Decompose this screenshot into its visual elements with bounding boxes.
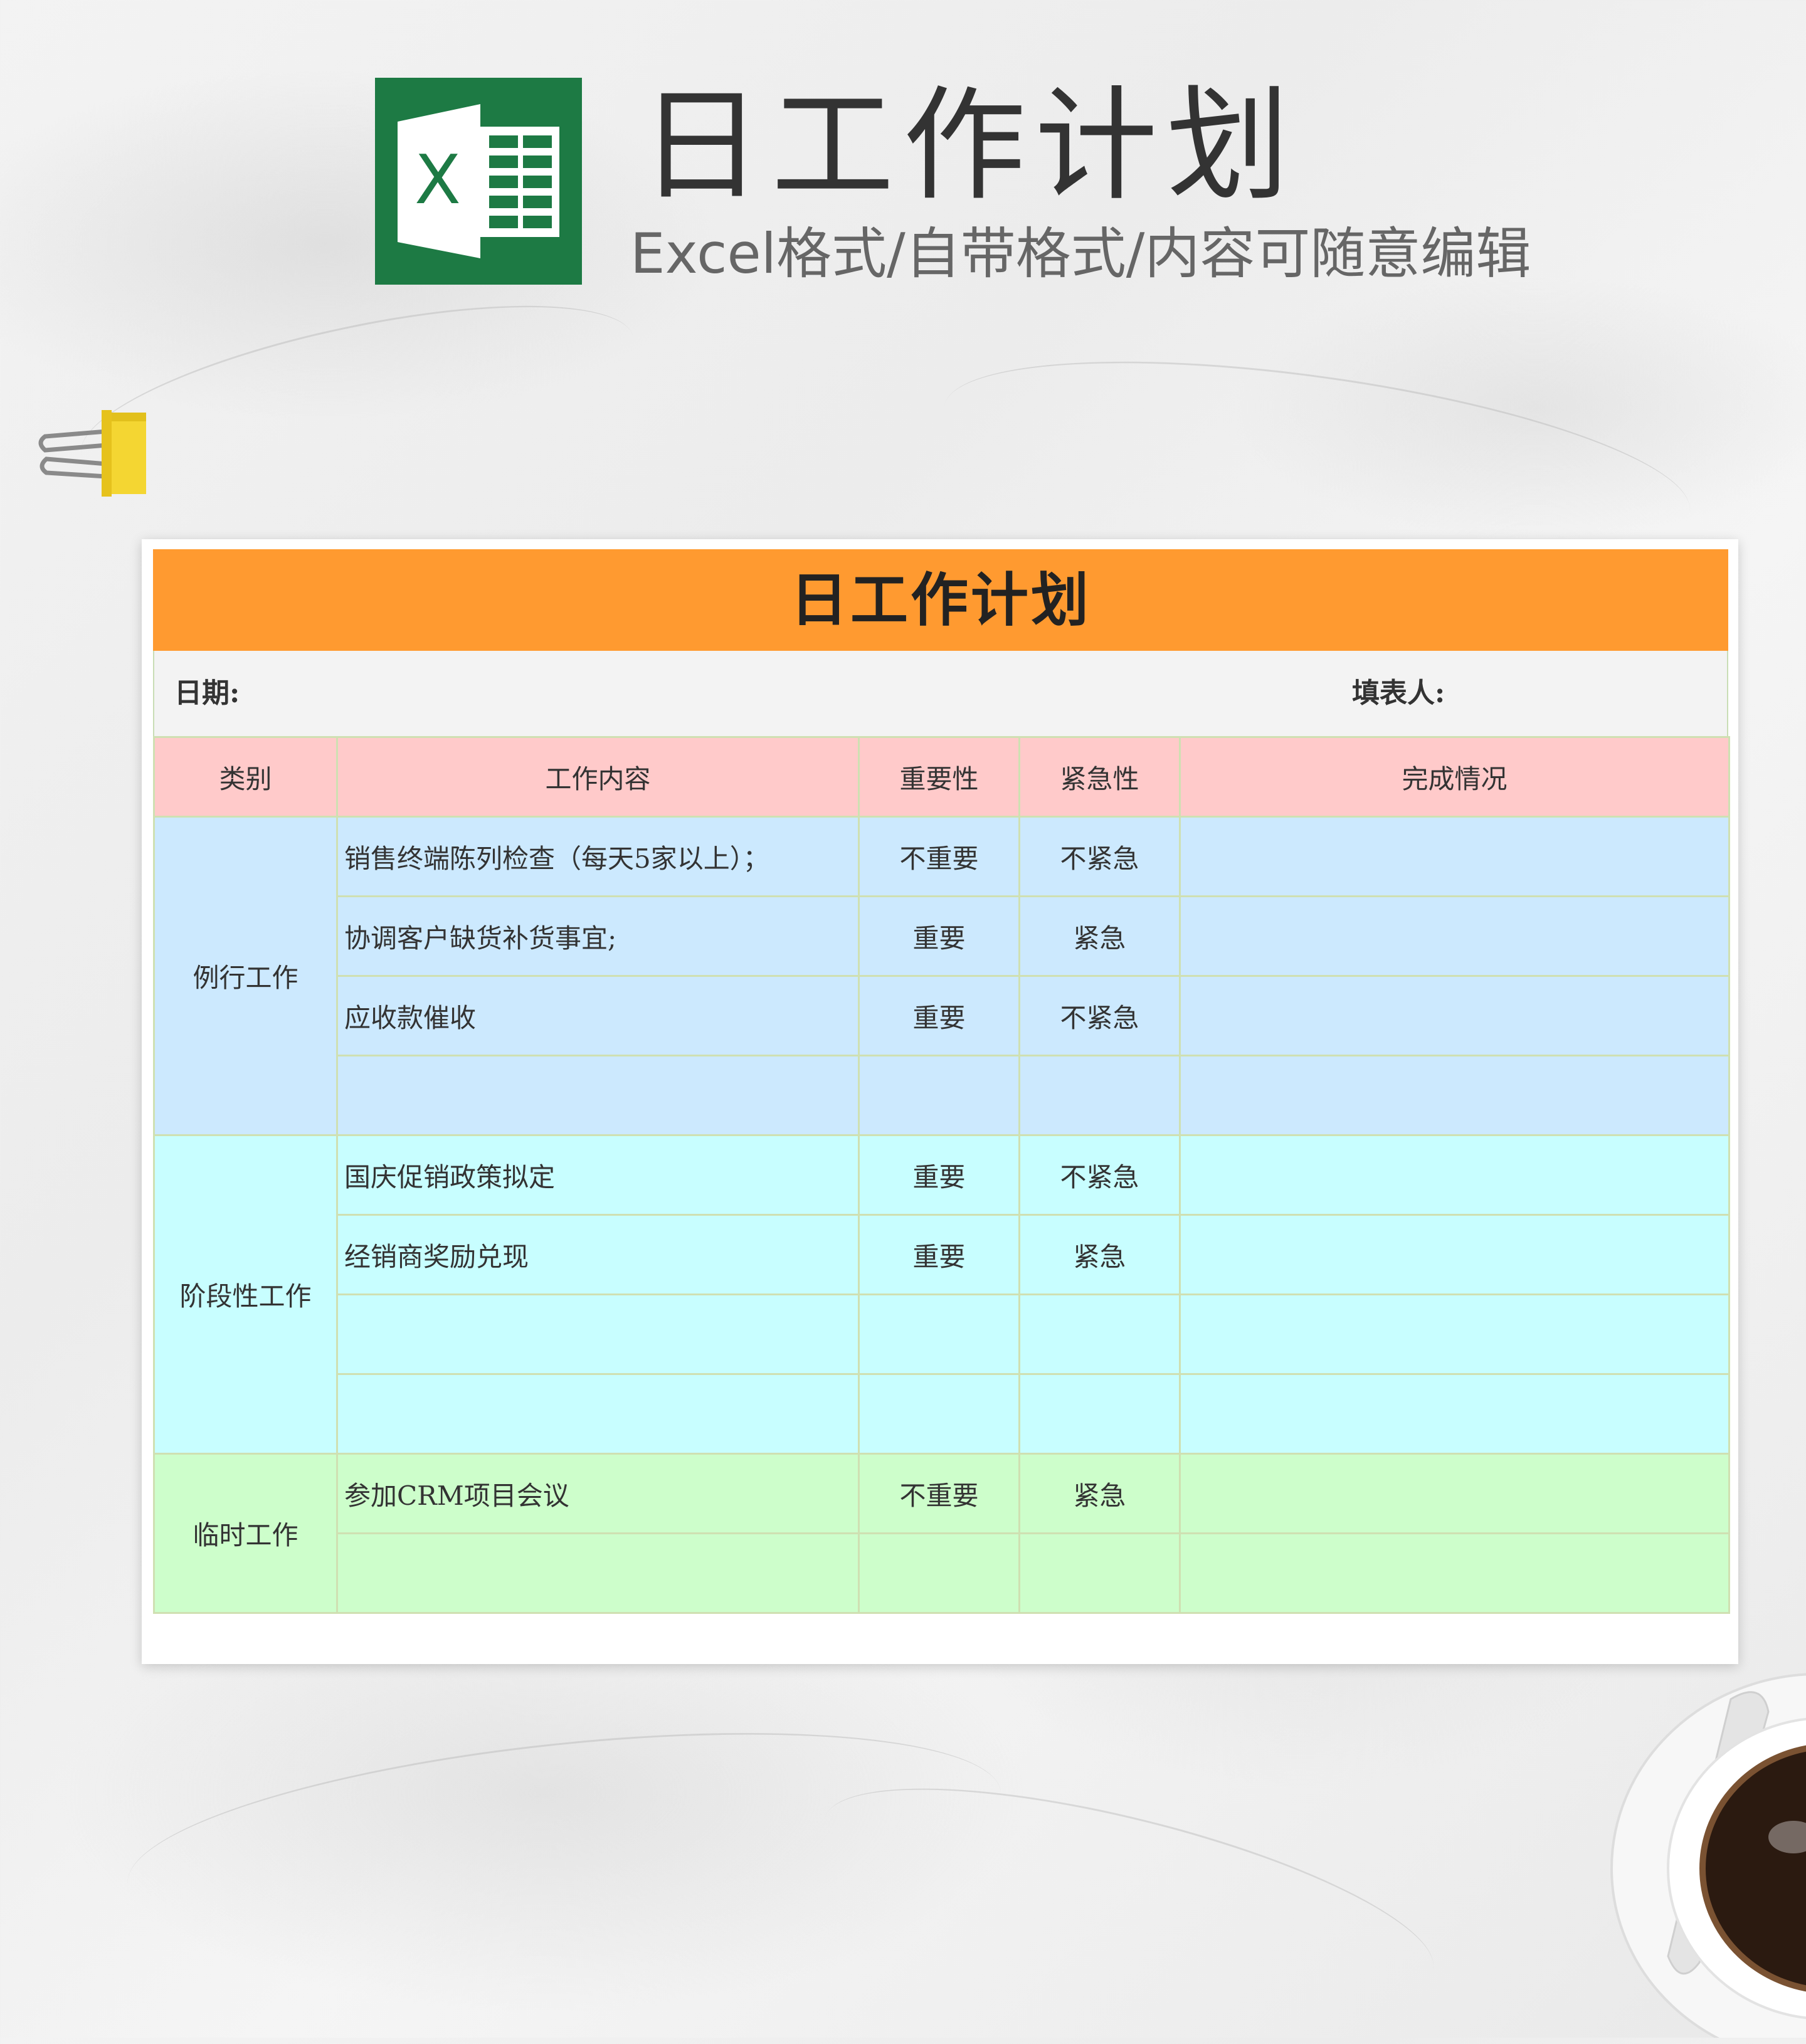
binder-clip-icon <box>33 406 149 500</box>
column-header-importance[interactable]: 重要性 <box>858 736 1020 818</box>
content-cell[interactable] <box>336 1373 860 1455</box>
coffee-cup-icon <box>1605 1662 1806 2038</box>
status-cell[interactable] <box>1179 1453 1730 1534</box>
plan-table: 类别 工作内容 重要性 紧急性 完成情况 例行工作 销售终端陈列检查（每天5家以… <box>153 736 1730 1614</box>
urgency-cell[interactable]: 紧急 <box>1018 1453 1181 1534</box>
table-row <box>154 1293 1730 1375</box>
category-cell[interactable]: 例行工作 <box>153 816 338 1136</box>
column-header-category[interactable]: 类别 <box>153 736 338 818</box>
importance-cell[interactable] <box>858 1532 1020 1614</box>
urgency-cell[interactable]: 紧急 <box>1018 895 1181 977</box>
urgency-cell[interactable]: 不紧急 <box>1018 975 1181 1056</box>
content-cell[interactable] <box>336 1293 860 1375</box>
table-row: 经销商奖励兑现 重要 紧急 <box>154 1214 1730 1295</box>
content-cell[interactable]: 应收款催收 <box>336 975 860 1056</box>
content-cell[interactable] <box>336 1055 860 1136</box>
importance-cell[interactable]: 重要 <box>858 975 1020 1056</box>
table-row: 临时工作 参加CRM项目会议 不重要 紧急 <box>153 1453 1730 1614</box>
status-cell[interactable] <box>1179 1214 1730 1295</box>
importance-cell[interactable]: 重要 <box>858 895 1020 977</box>
status-cell[interactable] <box>1179 1055 1730 1136</box>
column-header-status[interactable]: 完成情况 <box>1179 736 1730 818</box>
content-cell[interactable]: 销售终端陈列检查（每天5家以上）； <box>336 816 860 897</box>
table-row: 阶段性工作 国庆促销政策拟定 重要 不紧急 <box>153 1134 1730 1455</box>
importance-cell[interactable]: 重要 <box>858 1214 1020 1295</box>
status-cell[interactable] <box>1179 1532 1730 1614</box>
page-title: 日工作计划 <box>640 75 1299 218</box>
urgency-cell[interactable]: 不紧急 <box>1018 1134 1181 1216</box>
table-row: 应收款催收 重要 不紧急 <box>154 975 1730 1056</box>
table-header-row: 类别 工作内容 重要性 紧急性 完成情况 <box>153 736 1730 818</box>
table-row <box>154 1373 1730 1455</box>
importance-cell[interactable] <box>858 1055 1020 1136</box>
urgency-cell[interactable]: 不紧急 <box>1018 816 1181 897</box>
excel-logo-letter: X <box>415 141 461 219</box>
status-cell[interactable] <box>1179 816 1730 897</box>
urgency-cell[interactable]: 紧急 <box>1018 1214 1181 1295</box>
column-header-content[interactable]: 工作内容 <box>336 736 860 818</box>
table-row <box>154 1532 1730 1614</box>
worksheet-card: 日工作计划 日期: 填表人: 类别 工作内容 重要性 紧急性 完成情况 例行工作… <box>142 539 1738 1664</box>
urgency-cell[interactable] <box>1018 1532 1181 1614</box>
status-cell[interactable] <box>1179 895 1730 977</box>
content-cell[interactable]: 经销商奖励兑现 <box>336 1214 860 1295</box>
marble-vein <box>806 1744 1452 2044</box>
info-row: 日期: 填表人: <box>153 651 1728 736</box>
urgency-cell[interactable] <box>1018 1373 1181 1455</box>
content-cell[interactable]: 参加CRM项目会议 <box>336 1453 860 1534</box>
status-cell[interactable] <box>1179 975 1730 1056</box>
importance-cell[interactable] <box>858 1293 1020 1375</box>
importance-cell[interactable]: 重要 <box>858 1134 1020 1216</box>
status-cell[interactable] <box>1179 1293 1730 1375</box>
status-cell[interactable] <box>1179 1134 1730 1216</box>
urgency-cell[interactable] <box>1018 1055 1181 1136</box>
content-cell[interactable]: 协调客户缺货补货事宜; <box>336 895 860 977</box>
table-row: 例行工作 销售终端陈列检查（每天5家以上）； 不重要 不紧急 <box>153 816 1730 1136</box>
table-row <box>154 1055 1730 1136</box>
worksheet: 日工作计划 日期: 填表人: 类别 工作内容 重要性 紧急性 完成情况 例行工作… <box>153 549 1730 1654</box>
worksheet-title[interactable]: 日工作计划 <box>153 549 1728 651</box>
column-header-urgency[interactable]: 紧急性 <box>1018 736 1181 818</box>
excel-logo-icon: X <box>375 78 582 285</box>
category-cell[interactable]: 临时工作 <box>153 1453 338 1614</box>
page-subtitle: Excel格式/自带格式/内容可随意编辑 <box>630 221 1531 286</box>
marble-vein <box>66 268 648 524</box>
urgency-cell[interactable] <box>1018 1293 1181 1375</box>
importance-cell[interactable]: 不重要 <box>858 816 1020 897</box>
importance-cell[interactable]: 不重要 <box>858 1453 1020 1534</box>
importance-cell[interactable] <box>858 1373 1020 1455</box>
date-label[interactable]: 日期: <box>174 651 240 736</box>
status-cell[interactable] <box>1179 1373 1730 1455</box>
category-cell[interactable]: 阶段性工作 <box>153 1134 338 1455</box>
table-row: 协调客户缺货补货事宜; 重要 紧急 <box>154 895 1730 977</box>
content-cell[interactable]: 国庆促销政策拟定 <box>336 1134 860 1216</box>
filler-label[interactable]: 填表人: <box>1352 651 1445 736</box>
content-cell[interactable] <box>336 1532 860 1614</box>
